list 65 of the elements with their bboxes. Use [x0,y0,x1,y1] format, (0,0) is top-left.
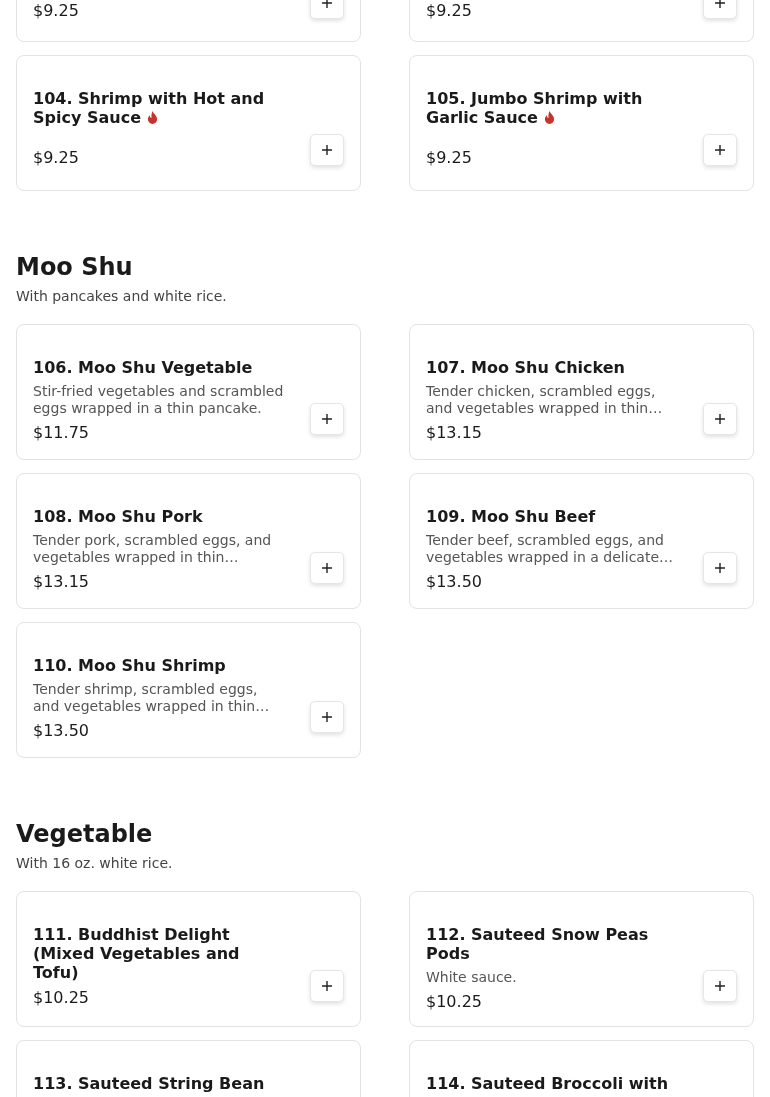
section-title: Moo Shu [16,253,134,281]
item-price: $9.25 [33,1,80,21]
plus-icon [715,981,725,991]
menu-item-card[interactable]: 108. Moo Shu Pork Tender pork, scrambled eggs, and vegetables wrapped in thin… $13.15 [16,473,361,609]
menu-item-card[interactable]: 109. Moo Shu Beef Tender beef, scrambled eggs, and vegetables wrapped in a delicate… $13.50 [409,473,754,609]
menu-item-card[interactable]: 107. Moo Shu Chicken Tender chicken, scrambled eggs, and vegetables wrapped in thin… $13.15 [409,324,754,460]
menu-item-card[interactable]: $9.25 [16,0,361,42]
menu-item-card[interactable]: 106. Moo Shu Vegetable Stir-fried vegetables and scrambled eggs wrapped in a thin pancake. $11.75 [16,324,361,460]
item-title: 107. Moo Shu Chicken [426,358,626,377]
item-title: 113. Sauteed String Bean [33,1074,266,1093]
menu-item-card[interactable]: 112. Sauteed Snow Peas Pods White sauce. $10.25 [409,891,754,1027]
item-price: $9.25 [426,1,473,21]
plus-icon [715,0,725,8]
plus-icon [715,414,725,424]
item-description: Tender shrimp, scrambled eggs, and vegetables wrapped in thin… [33,681,271,715]
item-title: 114. Sauteed Broccoli with [426,1074,669,1093]
item-title: 112. Sauteed Snow Peas Pods [426,925,650,963]
plus-icon [322,145,332,155]
add-button[interactable] [310,403,344,435]
item-title: 104. Shrimp with Hot and Spicy Sauce [33,89,266,127]
menu-item-card[interactable]: 110. Moo Shu Shrimp Tender shrimp, scrambled eggs, and vegetables wrapped in thin… $13.50 [16,622,361,758]
menu-item-card[interactable]: 114. Sauteed Broccoli with [409,1040,754,1097]
menu-item-card[interactable]: 104. Shrimp with Hot and Spicy Sauce $9.25 [16,55,361,191]
item-description: Stir-fried vegetables and scrambled eggs wrapped in a thin pancake. [33,383,285,417]
item-title: 110. Moo Shu Shrimp [33,656,227,675]
menu-item-card[interactable]: $9.25 [409,0,754,42]
item-price: $13.50 [33,720,90,741]
item-description: Tender pork, scrambled eggs, and vegetables wrapped in thin… [33,532,273,566]
add-button[interactable] [703,970,737,1002]
item-price: $9.25 [33,147,80,168]
add-button[interactable] [310,970,344,1002]
item-price: $10.25 [33,987,90,1008]
menu-item-card[interactable]: 105. Jumbo Shrimp with Garlic Sauce $9.25 [409,55,754,191]
item-title: 111. Buddhist Delight (Mixed Vegetables and Tofu) [33,925,241,982]
plus-icon [322,563,332,573]
item-description: White sauce. [426,969,518,986]
menu-item-card[interactable]: 113. Sauteed String Bean [16,1040,361,1097]
section-title: Vegetable [16,820,154,848]
plus-icon [322,712,332,722]
item-description: Tender chicken, scrambled eggs, and vegetables wrapped in thin… [426,383,664,417]
add-button[interactable] [703,403,737,435]
item-title: 109. Moo Shu Beef [426,507,597,526]
plus-icon [715,145,725,155]
item-price: $10.25 [426,991,483,1012]
add-button[interactable] [703,552,737,584]
plus-icon [715,563,725,573]
item-title: 106. Moo Shu Vegetable [33,358,254,377]
item-price: $13.50 [426,571,483,592]
item-price: $9.25 [426,147,473,168]
add-button[interactable] [310,701,344,733]
section-subtitle: With 16 oz. white rice. [16,854,174,872]
item-description: Tender beef, scrambled eggs, and vegetables wrapped in a delicate… [426,532,674,566]
item-price: $13.15 [426,422,483,443]
add-button[interactable] [310,134,344,166]
plus-icon [322,414,332,424]
item-price: $13.15 [33,571,90,592]
section-subtitle: With pancakes and white rice. [16,287,228,305]
add-button[interactable] [310,552,344,584]
item-title: 108. Moo Shu Pork [33,507,204,526]
plus-icon [322,0,332,8]
add-button[interactable] [703,134,737,166]
item-title: 105. Jumbo Shrimp with Garlic Sauce [426,89,644,127]
item-price: $11.75 [33,422,90,443]
menu-item-card[interactable]: 111. Buddhist Delight (Mixed Vegetables and Tofu) $10.25 [16,891,361,1027]
plus-icon [322,981,332,991]
